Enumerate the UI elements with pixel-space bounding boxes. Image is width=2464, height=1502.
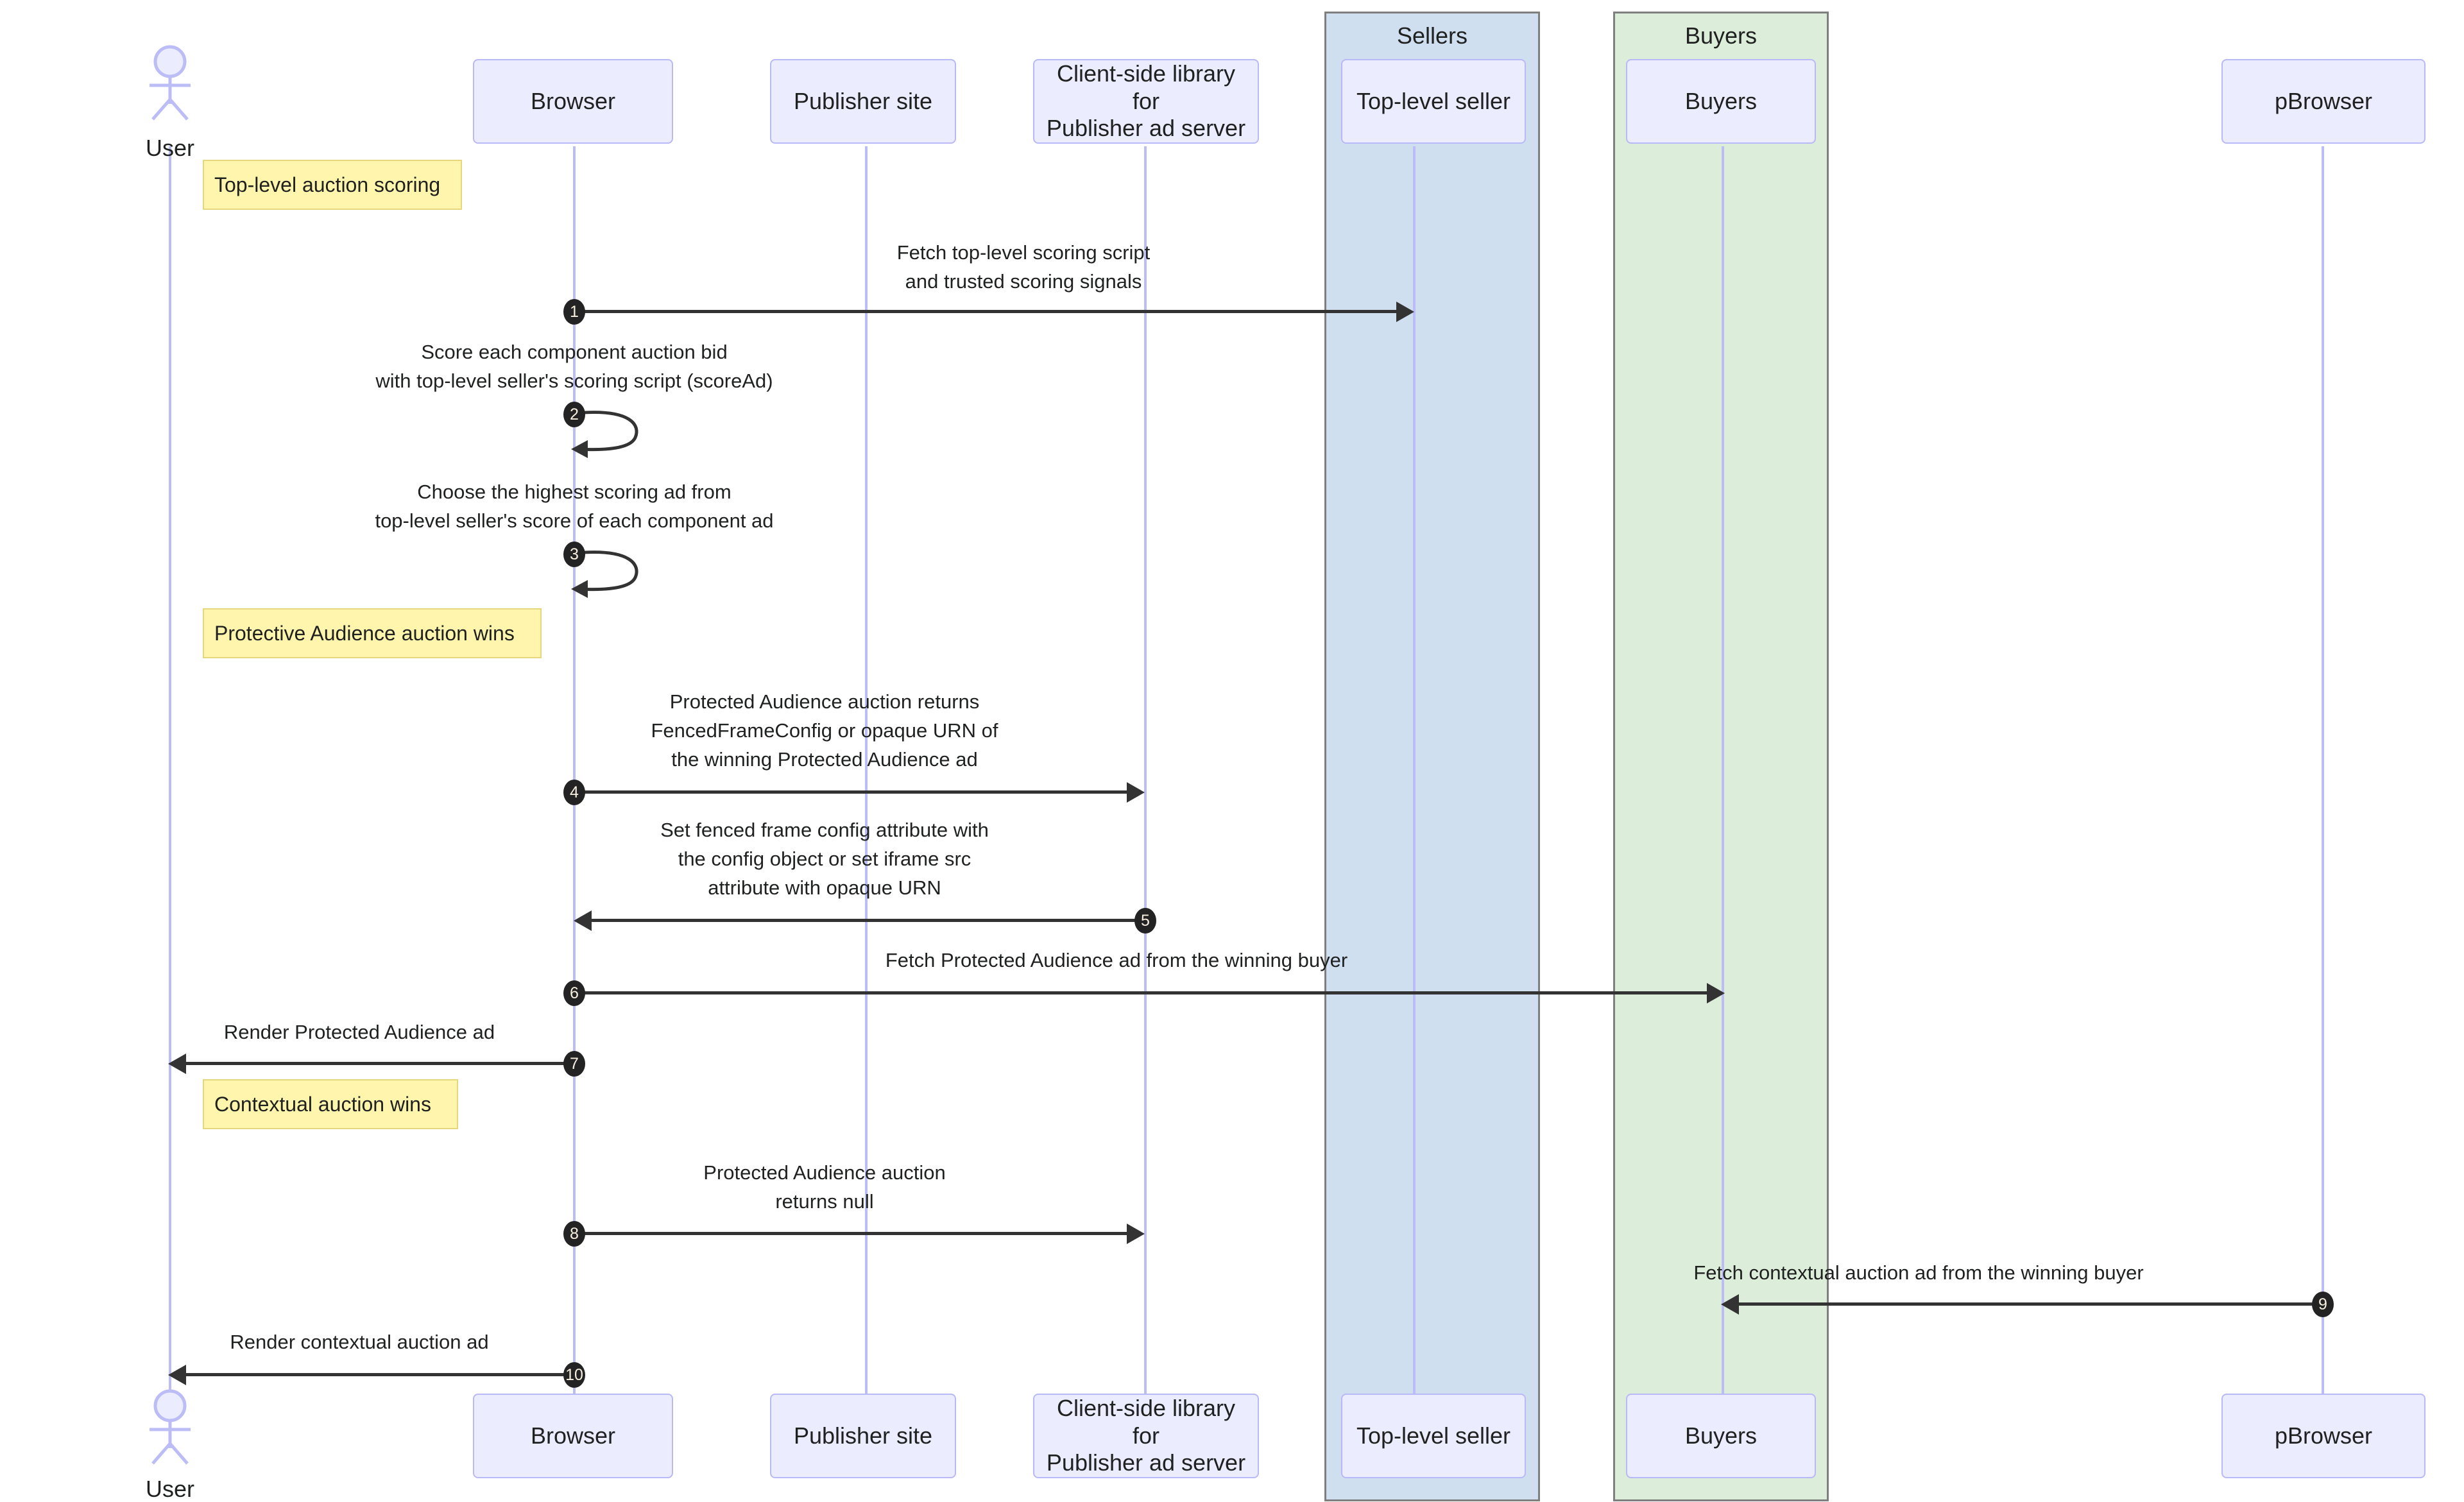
lifeline-user	[169, 146, 171, 1394]
participant-browser-bottom[interactable]: Browser	[473, 1394, 673, 1478]
participant-publisher-site-top[interactable]: Publisher site	[770, 59, 956, 144]
participant-buyers-top[interactable]: Buyers	[1626, 59, 1816, 144]
message-7-text: Render Protected Audience ad	[223, 1021, 495, 1043]
message-9-line	[1739, 1302, 2319, 1306]
participant-buyers-bottom[interactable]: Buyers	[1626, 1394, 1816, 1478]
message-5-line	[592, 919, 1142, 922]
group-box-sellers: Sellers	[1324, 12, 1540, 1501]
message-6-text: Fetch Protected Audience ad from the win…	[885, 949, 1348, 971]
message-4-line	[575, 790, 1128, 794]
participant-label: Publisher site	[793, 87, 933, 114]
note-contextual-auction-wins: Contextual auction wins	[203, 1079, 458, 1129]
message-2-sequence-number: 2	[563, 402, 585, 427]
participant-label: Buyers	[1684, 1422, 1758, 1449]
message-5-arrowhead	[574, 910, 592, 931]
message-5-sequence-number: 5	[1134, 908, 1156, 934]
participant-top-level-seller-top[interactable]: Top-level seller	[1341, 59, 1526, 144]
message-5-text: Set fenced frame config attribute with t…	[660, 819, 989, 899]
message-1-line	[575, 310, 1398, 313]
participant-client-library-bottom[interactable]: Client-side library for Publisher ad ser…	[1033, 1394, 1259, 1478]
participant-label: Client-side library for Publisher ad ser…	[1046, 60, 1246, 142]
message-7-sequence-number: 7	[563, 1051, 585, 1077]
participant-top-level-seller-bottom[interactable]: Top-level seller	[1341, 1394, 1526, 1478]
note-top-level-auction-scoring: Top-level auction scoring	[203, 160, 462, 210]
message-8-sequence-number: 8	[563, 1221, 585, 1247]
lifeline-topseller	[1413, 146, 1416, 1394]
message-4-sequence-number: 4	[563, 780, 585, 805]
group-label-buyers: Buyers	[1684, 22, 1758, 49]
participant-client-library-top[interactable]: Client-side library for Publisher ad ser…	[1033, 59, 1259, 144]
actor-label-user-top: User	[145, 135, 194, 161]
message-9-arrowhead	[1721, 1294, 1739, 1315]
participant-label: Browser	[530, 87, 616, 114]
message-7-arrowhead	[168, 1054, 186, 1074]
message-8-line	[575, 1232, 1128, 1235]
participant-label: Browser	[530, 1422, 616, 1449]
group-label-sellers: Sellers	[1396, 22, 1468, 49]
stick-figure-icon	[150, 1389, 191, 1465]
message-10-line	[186, 1373, 576, 1376]
message-1-sequence-number: 1	[563, 299, 585, 325]
note-protective-audience-auction-wins: Protective Audience auction wins	[203, 608, 542, 658]
message-8-text: Protected Audience auction returns null	[703, 1161, 946, 1213]
participant-label: Buyers	[1684, 87, 1758, 114]
message-3-sequence-number: 3	[563, 542, 585, 567]
stick-figure-icon	[150, 45, 191, 121]
message-3-text: Choose the highest scoring ad from top-l…	[375, 481, 774, 532]
participant-label: pBrowser	[2274, 1422, 2373, 1449]
note-label: Top-level auction scoring	[214, 173, 441, 196]
message-1-text: Fetch top-level scoring script and trust…	[896, 241, 1151, 293]
participant-pbrowser-top[interactable]: pBrowser	[2221, 59, 2426, 144]
message-1-arrowhead	[1396, 302, 1414, 322]
participant-label: Top-level seller	[1356, 87, 1511, 114]
note-label: Protective Audience auction wins	[214, 621, 515, 645]
lifeline-clientlib	[1144, 146, 1147, 1394]
participant-label: Client-side library for Publisher ad ser…	[1046, 1395, 1246, 1476]
actor-user-bottom[interactable]	[128, 1389, 212, 1466]
note-label: Contextual auction wins	[214, 1092, 431, 1116]
message-10-text: Render contextual auction ad	[230, 1331, 489, 1353]
message-6-line	[575, 991, 1708, 994]
message-6-sequence-number: 6	[563, 980, 585, 1006]
participant-label: pBrowser	[2274, 87, 2373, 114]
sequence-diagram-canvas: Sellers Buyers User Browser Publisher si…	[0, 0, 2464, 1502]
lifeline-pbrowser	[2322, 146, 2324, 1394]
message-9-sequence-number: 9	[2312, 1292, 2334, 1317]
participant-label: Publisher site	[793, 1422, 933, 1449]
participant-pbrowser-bottom[interactable]: pBrowser	[2221, 1394, 2426, 1478]
lifeline-buyers	[1722, 146, 1724, 1394]
message-7-line	[186, 1062, 576, 1065]
message-6-arrowhead	[1707, 983, 1725, 1003]
message-9-text: Fetch contextual auction ad from the win…	[1693, 1261, 2144, 1284]
participant-publisher-site-bottom[interactable]: Publisher site	[770, 1394, 956, 1478]
message-8-arrowhead	[1127, 1224, 1145, 1244]
message-2-text: Score each component auction bid with to…	[375, 341, 773, 392]
message-10-sequence-number: 10	[563, 1362, 585, 1388]
message-4-text: Protected Audience auction returns Fence…	[651, 690, 998, 771]
participant-label: Top-level seller	[1356, 1422, 1511, 1449]
participant-browser-top[interactable]: Browser	[473, 59, 673, 144]
actor-label-user-bottom: User	[145, 1476, 194, 1502]
actor-user-top[interactable]	[128, 45, 212, 122]
message-4-arrowhead	[1127, 782, 1145, 803]
message-10-arrowhead	[168, 1365, 186, 1385]
